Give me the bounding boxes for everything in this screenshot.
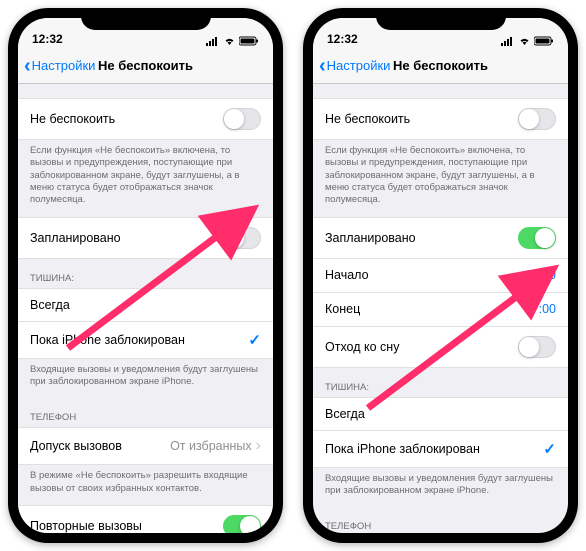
allow-calls-row[interactable]: Допуск вызовов От избранных ›	[18, 427, 273, 465]
start-row[interactable]: Начало 17:00	[313, 259, 568, 293]
always-label: Всегда	[325, 407, 365, 421]
chevron-left-icon: ‹	[24, 56, 31, 76]
always-row[interactable]: Всегда	[18, 288, 273, 322]
scheduled-toggle[interactable]	[223, 227, 261, 249]
nav-title: Не беспокоить	[393, 58, 488, 73]
allow-calls-detail: От избранных ›	[170, 437, 261, 455]
dnd-footer: Если функция «Не беспокоить» включена, т…	[18, 140, 273, 217]
wifi-icon	[518, 36, 531, 46]
always-label: Всегда	[30, 298, 70, 312]
repeated-row[interactable]: Повторные вызовы	[18, 505, 273, 533]
silence-header: ТИШИНА:	[18, 259, 273, 288]
nav-title: Не беспокоить	[98, 58, 193, 73]
checkmark-icon: ✓	[248, 331, 261, 349]
nav-bar: ‹ Настройки Не беспокоить	[313, 48, 568, 84]
scheduled-label: Запланировано	[30, 231, 121, 245]
status-time: 12:32	[327, 32, 358, 46]
signal-icon	[206, 36, 220, 46]
chevron-right-icon: ›	[256, 437, 261, 455]
while-locked-label: Пока iPhone заблокирован	[325, 442, 480, 456]
content[interactable]: Не беспокоить Если функция «Не беспокоит…	[313, 84, 568, 533]
scheduled-row[interactable]: Запланировано	[18, 217, 273, 259]
battery-icon	[239, 36, 259, 46]
signal-icon	[501, 36, 515, 46]
screen: 12:32 ‹ Настройки Не беспокоить Не беспо…	[18, 18, 273, 533]
checkmark-icon: ✓	[543, 440, 556, 458]
status-time: 12:32	[32, 32, 63, 46]
dnd-row[interactable]: Не беспокоить	[18, 98, 273, 140]
always-row[interactable]: Всегда	[313, 397, 568, 431]
end-value: 7:00	[532, 302, 556, 316]
while-locked-row[interactable]: Пока iPhone заблокирован ✓	[18, 322, 273, 359]
while-locked-label: Пока iPhone заблокирован	[30, 333, 185, 347]
start-value: 17:00	[525, 268, 556, 282]
chevron-left-icon: ‹	[319, 56, 326, 76]
dnd-label: Не беспокоить	[30, 112, 115, 126]
battery-icon	[534, 36, 554, 46]
while-locked-row[interactable]: Пока iPhone заблокирован ✓	[313, 431, 568, 468]
back-label: Настройки	[32, 58, 96, 73]
bedtime-row[interactable]: Отход ко сну	[313, 327, 568, 368]
nav-bar: ‹ Настройки Не беспокоить	[18, 48, 273, 84]
back-label: Настройки	[327, 58, 391, 73]
bedtime-toggle[interactable]	[518, 336, 556, 358]
phone-header: ТЕЛЕФОН	[313, 507, 568, 533]
screen: 12:32 ‹ Настройки Не беспокоить Не беспо…	[313, 18, 568, 533]
content[interactable]: Не беспокоить Если функция «Не беспокоит…	[18, 84, 273, 533]
silence-header: ТИШИНА:	[313, 368, 568, 397]
end-row[interactable]: Конец 7:00	[313, 293, 568, 327]
status-right	[501, 36, 554, 46]
silence-footer: Входящие вызовы и уведомления будут загл…	[313, 468, 568, 508]
allow-calls-value: От избранных	[170, 439, 252, 453]
dnd-label: Не беспокоить	[325, 112, 410, 126]
phone-frame-right: 12:32 ‹ Настройки Не беспокоить Не беспо…	[303, 8, 578, 543]
repeated-toggle[interactable]	[223, 515, 261, 533]
scheduled-label: Запланировано	[325, 231, 416, 245]
dnd-footer: Если функция «Не беспокоить» включена, т…	[313, 140, 568, 217]
dnd-toggle[interactable]	[518, 108, 556, 130]
repeated-label: Повторные вызовы	[30, 519, 142, 533]
silence-footer: Входящие вызовы и уведомления будут загл…	[18, 359, 273, 399]
back-button[interactable]: ‹ Настройки	[24, 56, 95, 76]
phone-frame-left: 12:32 ‹ Настройки Не беспокоить Не беспо…	[8, 8, 283, 543]
start-label: Начало	[325, 268, 369, 282]
end-label: Конец	[325, 302, 360, 316]
dnd-toggle[interactable]	[223, 108, 261, 130]
phone-header: ТЕЛЕФОН	[18, 398, 273, 427]
notch	[376, 8, 506, 30]
back-button[interactable]: ‹ Настройки	[319, 56, 390, 76]
scheduled-row[interactable]: Запланировано	[313, 217, 568, 259]
bedtime-label: Отход ко сну	[325, 340, 399, 354]
status-right	[206, 36, 259, 46]
notch	[81, 8, 211, 30]
allow-calls-label: Допуск вызовов	[30, 439, 122, 453]
allow-calls-footer: В режиме «Не беспокоить» разрешить входя…	[18, 465, 273, 505]
dnd-row[interactable]: Не беспокоить	[313, 98, 568, 140]
scheduled-toggle[interactable]	[518, 227, 556, 249]
wifi-icon	[223, 36, 236, 46]
